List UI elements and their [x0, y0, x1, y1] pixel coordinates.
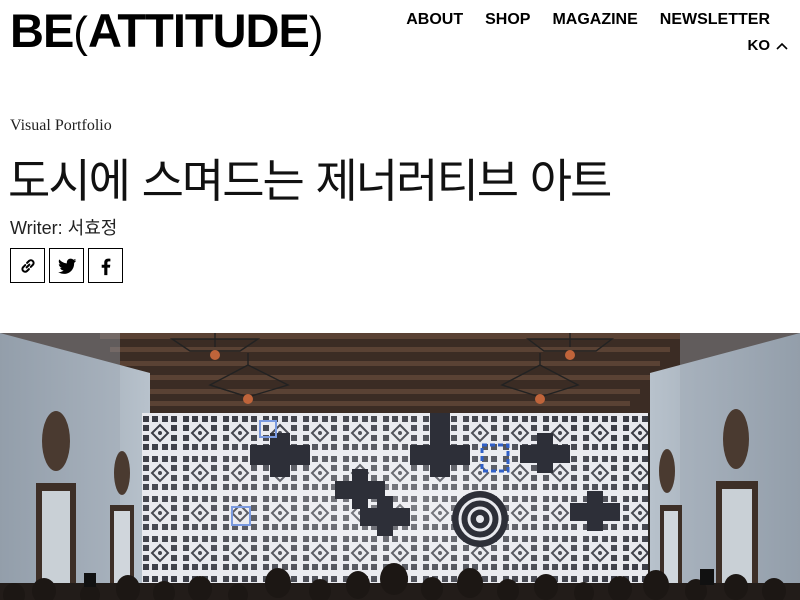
- link-icon: [20, 258, 35, 273]
- nav-shop[interactable]: SHOP: [485, 10, 530, 30]
- share-facebook-button[interactable]: [88, 248, 123, 283]
- article-category[interactable]: Visual Portfolio: [10, 117, 112, 135]
- share-link-button[interactable]: [10, 248, 45, 283]
- nav-about[interactable]: ABOUT: [406, 10, 463, 30]
- hero-image: [0, 333, 800, 600]
- facebook-icon: [101, 258, 110, 275]
- logo-be: BE: [10, 4, 74, 57]
- language-label: KO: [747, 37, 771, 54]
- language-selector[interactable]: KO: [748, 37, 789, 54]
- twitter-icon: [57, 258, 76, 274]
- article-writer: Writer: 서효정: [10, 218, 118, 238]
- main-nav: ABOUT SHOP MAGAZINE NEWSLETTER: [406, 10, 770, 30]
- logo-paren-close: ): [308, 8, 324, 57]
- site-logo[interactable]: BE(ATTITUDE): [10, 6, 323, 58]
- share-twitter-button[interactable]: [49, 248, 84, 283]
- hero-photo: [0, 333, 800, 600]
- nav-magazine[interactable]: MAGAZINE: [552, 10, 637, 30]
- share-buttons: [10, 248, 123, 283]
- nav-newsletter[interactable]: NEWSLETTER: [660, 10, 770, 30]
- logo-word: ATTITUDE: [87, 4, 310, 57]
- chevron-up-icon: [776, 42, 788, 50]
- article-title: 도시에 스며드는 제너러티브 아트: [8, 154, 612, 208]
- logo-paren-open: (: [73, 8, 88, 57]
